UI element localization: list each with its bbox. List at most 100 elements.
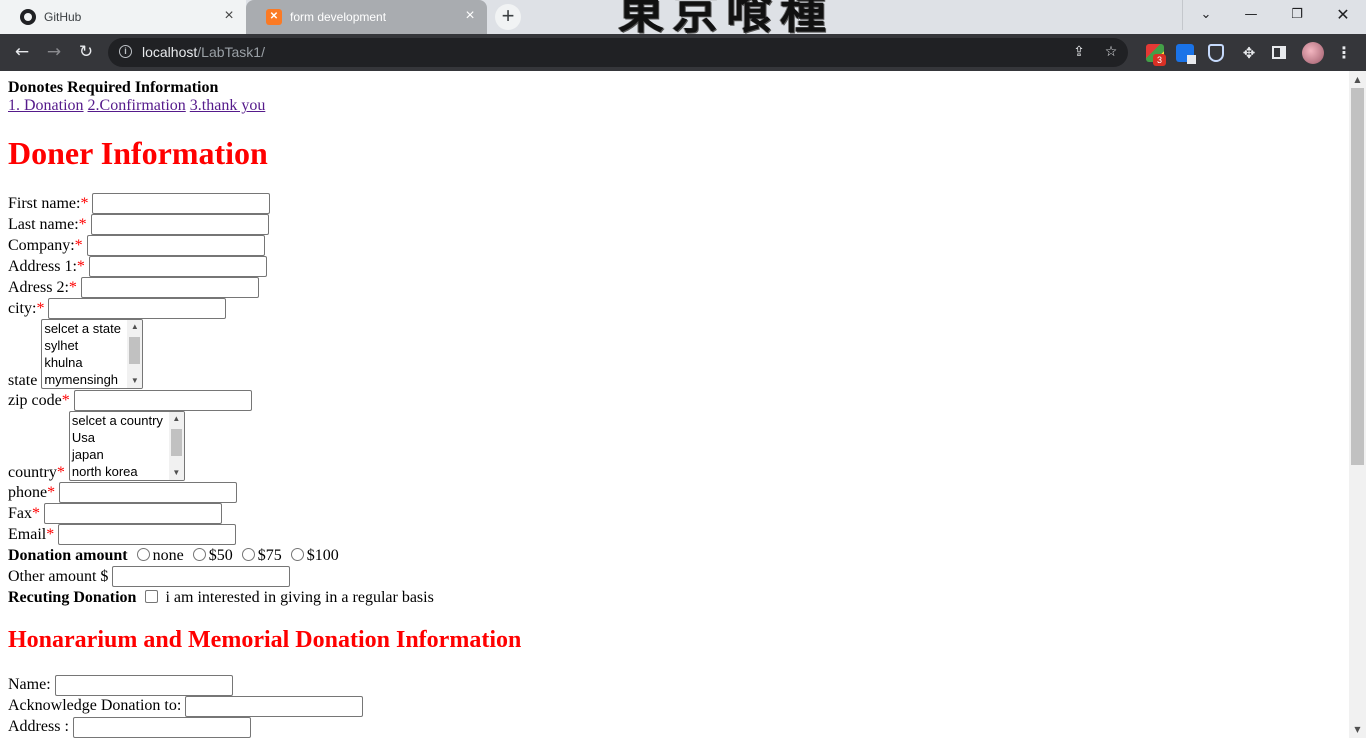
page-viewport: Donotes Required Information 1. Donation… — [0, 71, 1349, 738]
donation-amount-row: Donation amount none $50 $75 $100 — [8, 545, 1341, 566]
other-amount-input[interactable] — [112, 566, 291, 588]
scroll-up-icon[interactable]: ▲ — [171, 414, 182, 424]
hon-name-input[interactable] — [54, 675, 233, 696]
puzzle-icon[interactable]: ✥ — [1240, 44, 1258, 62]
scrollbar-thumb[interactable] — [1351, 88, 1364, 465]
address2-row: Adress 2:* — [8, 277, 1341, 299]
address2-input[interactable] — [80, 277, 259, 299]
fax-input[interactable] — [44, 503, 222, 525]
address1-input[interactable] — [88, 256, 267, 278]
shield-extension-icon[interactable] — [1208, 44, 1224, 62]
last-name-label: Last name: — [8, 215, 79, 233]
recurring-label: Recuting Donation — [8, 588, 137, 606]
state-listbox[interactable]: selcet a state sylhet khulna mymensingh … — [41, 318, 144, 389]
zip-label: zip code — [8, 391, 62, 409]
profile-avatar[interactable] — [1302, 42, 1324, 64]
scroll-down-icon[interactable]: ▼ — [1349, 721, 1366, 738]
recurring-checkbox[interactable] — [145, 589, 159, 603]
country-option[interactable]: japan — [70, 446, 184, 463]
github-icon — [20, 9, 36, 25]
reload-button[interactable]: ↻ — [74, 40, 98, 64]
address1-label: Address 1: — [8, 257, 77, 275]
more-menu-icon[interactable]: ⋮ — [1336, 42, 1352, 64]
radio-label: none — [152, 546, 184, 564]
bookmark-star-icon[interactable]: ☆ — [1102, 43, 1120, 61]
radio-50[interactable] — [192, 547, 206, 561]
other-amount-label: Other amount $ — [8, 567, 109, 585]
minimize-button[interactable]: — — [1228, 0, 1274, 30]
listbox-scrollbar[interactable]: ▲ ▼ — [127, 319, 143, 388]
side-panel-icon[interactable] — [1272, 46, 1286, 59]
scroll-down-icon[interactable]: ▼ — [129, 376, 140, 386]
info-icon[interactable]: i — [119, 45, 132, 58]
required-mark: * — [46, 525, 55, 543]
required-mark: * — [47, 483, 56, 501]
tab-title: GitHub — [44, 10, 82, 24]
translate-extension-icon[interactable] — [1176, 44, 1196, 64]
listbox-scrollbar[interactable]: ▲ ▼ — [168, 411, 184, 480]
step-link-donation[interactable]: 1. Donation — [8, 97, 84, 114]
step-link-thank-you[interactable]: 3.thank you — [190, 97, 266, 114]
phone-row: phone* — [8, 482, 1341, 504]
scrollbar-thumb[interactable] — [170, 428, 182, 456]
forward-button[interactable]: → — [42, 40, 66, 64]
page-title: Doner Information — [8, 134, 268, 171]
extension-badge: 3 — [1153, 54, 1166, 66]
state-row: state selcet a state sylhet khulna mymen… — [8, 318, 1341, 390]
share-icon[interactable]: ⇪ — [1070, 43, 1088, 61]
radio-75[interactable] — [241, 547, 255, 561]
new-tab-button[interactable]: + — [495, 4, 521, 30]
acknowledge-input[interactable] — [185, 696, 364, 717]
other-amount-row: Other amount $ — [8, 566, 1341, 588]
zip-input[interactable] — [73, 390, 252, 412]
close-icon[interactable]: × — [222, 8, 236, 24]
country-option[interactable]: selcet a country — [70, 412, 184, 429]
scroll-up-icon[interactable]: ▲ — [1349, 71, 1366, 88]
required-note: Donotes Required Information — [8, 79, 219, 96]
back-button[interactable]: ← — [10, 40, 34, 64]
address2-label: Adress 2: — [8, 278, 69, 296]
hon-address-row: Address : — [8, 716, 1341, 738]
hon-address-input[interactable] — [72, 717, 251, 738]
tab-title: form development — [290, 10, 387, 24]
first-name-row: First name:* — [8, 193, 1341, 215]
zip-row: zip code* — [8, 390, 1341, 412]
radio-none[interactable] — [136, 547, 150, 561]
page-scrollbar[interactable]: ▲ ▼ — [1349, 71, 1366, 738]
address-bar[interactable]: i localhost/LabTask1/ ⇪ ☆ — [108, 38, 1128, 67]
country-row: country* selcet a country Usa japan nort… — [8, 410, 1341, 482]
close-icon[interactable]: × — [463, 8, 477, 24]
city-input[interactable] — [48, 298, 227, 320]
radio-label: $75 — [257, 546, 282, 564]
tab-search-button[interactable]: ⌄ — [1182, 0, 1229, 30]
tab-form-development[interactable]: ✕ form development × — [246, 0, 487, 34]
scroll-down-icon[interactable]: ▼ — [171, 468, 182, 478]
scroll-up-icon[interactable]: ▲ — [129, 322, 140, 332]
last-name-row: Last name:* — [8, 214, 1341, 236]
email-input[interactable] — [58, 524, 237, 546]
step-link-confirmation[interactable]: 2.Confirmation — [88, 97, 186, 114]
required-mark: * — [68, 278, 77, 296]
country-option[interactable]: north korea — [70, 463, 184, 480]
first-name-input[interactable] — [92, 193, 271, 215]
acknowledge-row: Acknowledge Donation to: — [8, 695, 1341, 717]
country-option[interactable]: Usa — [70, 429, 184, 446]
state-label: state — [8, 371, 38, 389]
phone-input[interactable] — [59, 482, 238, 504]
tab-github[interactable]: GitHub × — [0, 0, 246, 34]
url-text[interactable]: localhost/LabTask1/ — [142, 44, 265, 60]
hon-address-label: Address : — [8, 718, 69, 736]
first-name-label: First name: — [8, 194, 81, 212]
close-window-button[interactable]: ✕ — [1320, 0, 1366, 30]
scrollbar-thumb[interactable] — [129, 336, 141, 364]
required-mark: * — [56, 463, 65, 481]
hon-name-row: Name: — [8, 674, 1341, 696]
restore-button[interactable]: ❐ — [1274, 0, 1320, 30]
required-mark: * — [78, 215, 87, 233]
xampp-icon: ✕ — [266, 9, 282, 25]
last-name-input[interactable] — [90, 214, 269, 236]
company-input[interactable] — [86, 235, 265, 257]
radio-100[interactable] — [290, 547, 304, 561]
email-row: Email* — [8, 524, 1341, 546]
country-listbox[interactable]: selcet a country Usa japan north korea ▲… — [68, 410, 185, 481]
